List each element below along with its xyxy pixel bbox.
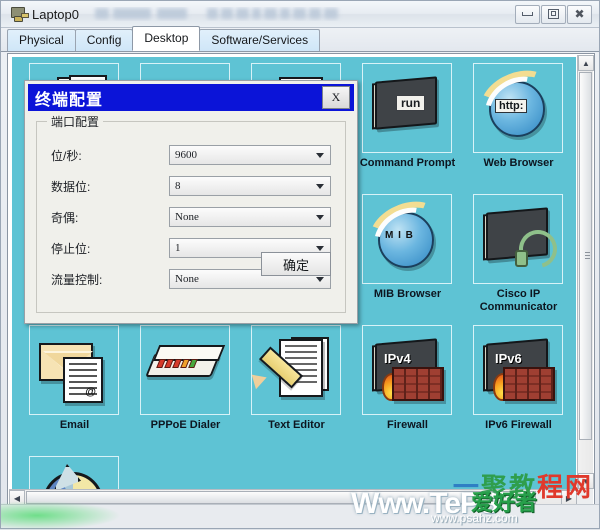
tab-software-services[interactable]: Software/Services: [199, 29, 321, 51]
select-value: 9600: [175, 149, 197, 161]
select-value: None: [175, 273, 199, 285]
field-label: 位/秒:: [51, 148, 82, 163]
chevron-down-icon: [316, 277, 324, 282]
minimize-button[interactable]: [515, 4, 540, 24]
desktop-item-label: IPv6 Firewall: [485, 419, 552, 431]
port-configuration-group: 端口配置 位/秒: 9600 数据位: 8 奇偶: None 停止位: 1 流量…: [36, 113, 346, 313]
select-value: 1: [175, 242, 181, 254]
firewall-ipv6-icon: IPv6: [473, 325, 563, 415]
desktop-item-label: Web Browser: [483, 157, 554, 169]
tab-config[interactable]: Config: [74, 29, 134, 51]
desktop-item-label: Command Prompt: [359, 157, 456, 169]
parity-select[interactable]: None: [169, 207, 331, 227]
port-configuration-group-label: 端口配置: [47, 113, 104, 130]
firewall-badge: IPv4: [384, 351, 411, 366]
desktop-item-monitoring[interactable]: [20, 454, 129, 492]
firewall-badge: IPv6: [495, 351, 522, 366]
tab-physical[interactable]: Physical: [7, 29, 76, 51]
chevron-down-icon: [316, 184, 324, 189]
vertical-scroll-thumb[interactable]: [579, 72, 592, 440]
watermark-glow: [1, 501, 121, 530]
laptop-window: Laptop0 ✖ Physical Config Desktop Softwa…: [0, 0, 600, 530]
field-label: 停止位:: [51, 241, 91, 256]
select-value: None: [175, 211, 199, 223]
desktop-item-ipv6-firewall[interactable]: IPv6 IPv6 Firewall: [464, 323, 573, 454]
close-button[interactable]: ✖: [567, 4, 592, 24]
field-label: 数据位:: [51, 179, 91, 194]
window-title: Laptop0: [32, 6, 79, 22]
dialog-titlebar: 终端配置 X: [28, 84, 354, 111]
window-titlebar: Laptop0 ✖: [1, 1, 599, 28]
email-icon: @: [29, 325, 119, 415]
monitoring-pie-icon: [29, 456, 119, 492]
terminal-configuration-dialog: 终端配置 X 端口配置 位/秒: 9600 数据位: 8 奇偶: None 停止…: [24, 80, 358, 324]
desktop-item-text-editor[interactable]: Text Editor: [242, 323, 351, 454]
data-bits-select[interactable]: 8: [169, 176, 331, 196]
firewall-ipv4-icon: IPv4: [362, 325, 452, 415]
chevron-down-icon: [316, 246, 324, 251]
desktop-item-cisco-ip-communicator[interactable]: Cisco IP Communicator: [464, 192, 573, 323]
field-data-bits: 数据位: 8: [51, 175, 331, 197]
desktop-item-mib-browser[interactable]: M I B MIB Browser: [353, 190, 462, 323]
desktop-item-email[interactable]: @ Email: [20, 323, 129, 454]
scroll-up-arrow-icon[interactable]: ▲: [578, 55, 594, 71]
laptop-icon: [9, 6, 29, 22]
desktop-item-web-browser[interactable]: http: Web Browser: [464, 59, 573, 192]
scrollbar-corner: [577, 489, 593, 505]
field-parity: 奇偶: None: [51, 206, 331, 228]
desktop-item-label: Cisco IP Communicator: [479, 288, 558, 313]
dialog-close-button[interactable]: X: [322, 86, 350, 109]
pppoe-dialer-icon: [140, 325, 230, 415]
mib-browser-icon: M I B: [360, 190, 452, 284]
desktop-item-label: MIB Browser: [373, 288, 442, 300]
chevron-down-icon: [316, 153, 324, 158]
ok-button[interactable]: 确定: [261, 252, 331, 276]
title-blurred-text: [87, 7, 507, 21]
text-editor-icon: [246, 325, 341, 415]
maximize-button[interactable]: [541, 4, 566, 24]
scroll-down-arrow-icon[interactable]: ▼: [578, 473, 594, 489]
desktop-item-command-prompt[interactable]: run Command Prompt: [353, 61, 462, 192]
bits-per-second-select[interactable]: 9600: [169, 145, 331, 165]
select-value: 8: [175, 180, 181, 192]
desktop-item-label: Email: [59, 419, 90, 431]
dialog-title: 终端配置: [35, 91, 104, 109]
field-label: 流量控制:: [51, 272, 103, 287]
window-controls: ✖: [515, 4, 592, 24]
desktop-item-pppoe-dialer[interactable]: PPPoE Dialer: [131, 323, 240, 454]
cisco-ip-communicator-icon: [473, 194, 564, 284]
tab-desktop[interactable]: Desktop: [132, 26, 201, 51]
tab-bar: Physical Config Desktop Software/Service…: [1, 26, 599, 52]
web-browser-icon: http:: [471, 59, 563, 153]
desktop-item-label: Text Editor: [268, 419, 325, 431]
chevron-down-icon: [316, 215, 324, 220]
desktop-item-label: Firewall: [387, 419, 428, 431]
command-prompt-icon: run: [362, 63, 452, 153]
desktop-item-firewall[interactable]: IPv4 Firewall: [353, 323, 462, 454]
field-bits-per-second: 位/秒: 9600: [51, 144, 331, 166]
vertical-scrollbar[interactable]: ▲ ▼: [577, 55, 594, 489]
desktop-item-label: PPPoE Dialer: [150, 419, 221, 431]
field-label: 奇偶:: [51, 210, 79, 225]
